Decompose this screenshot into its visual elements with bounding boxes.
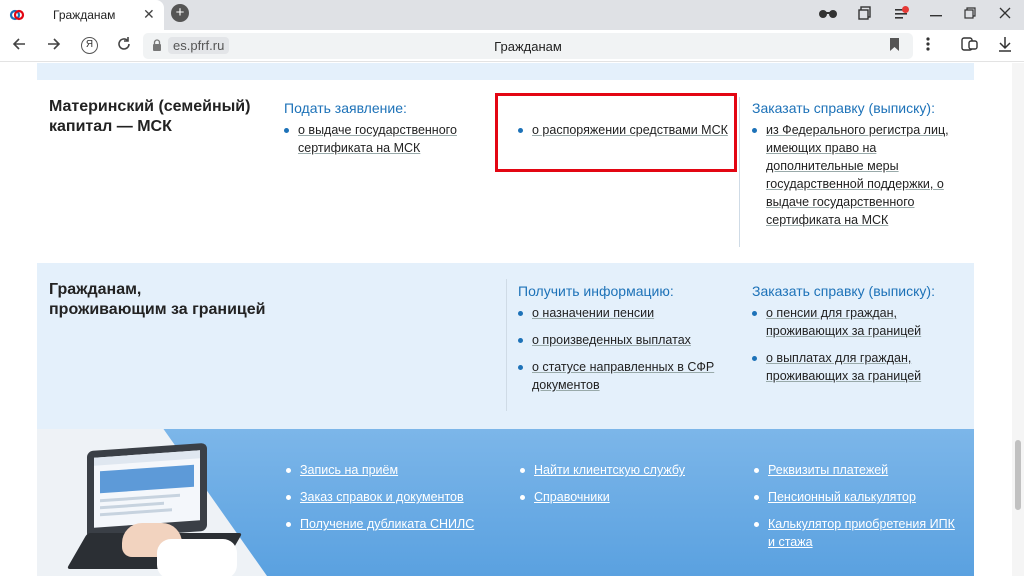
highlight-box xyxy=(495,93,737,172)
link-ipk-calculator[interactable]: Калькулятор приобретения ИПК и стажа xyxy=(754,515,959,551)
link-order-documents[interactable]: Заказ справок и документов xyxy=(286,488,486,506)
bullet-icon xyxy=(286,468,291,473)
link-pension-assignment[interactable]: о назначении пенсии xyxy=(518,304,718,322)
link-snils-duplicate[interactable]: Получение дубликата СНИЛС xyxy=(286,515,486,533)
back-icon[interactable] xyxy=(11,36,27,57)
link-msk-certificate[interactable]: о выдаче государственного сертификата на… xyxy=(284,121,464,157)
bullet-icon xyxy=(518,365,523,370)
certificate-title: Заказать справку (выписку): xyxy=(752,283,935,299)
bullet-icon xyxy=(754,468,759,473)
page-scrollbar[interactable] xyxy=(1012,63,1024,576)
extensions-icon[interactable] xyxy=(961,36,979,57)
footer-item[interactable]: Калькулятор приобретения ИПК и стажа xyxy=(754,515,959,551)
bullet-icon xyxy=(752,128,757,133)
link-directories[interactable]: Справочники xyxy=(520,488,720,506)
bullet-icon xyxy=(752,311,757,316)
link-pension-abroad[interactable]: о пенсии для граждан, проживающих за гра… xyxy=(752,304,952,340)
bullet-icon xyxy=(754,522,759,527)
reload-icon[interactable] xyxy=(116,36,132,57)
footer-item[interactable]: Получение дубликата СНИЛС xyxy=(286,515,486,533)
screen-banner xyxy=(100,464,194,494)
footer-item[interactable]: Заказ справок и документов xyxy=(286,488,486,506)
page-viewport: Материнский (семейный) капитал — МСК Под… xyxy=(0,63,1012,576)
address-page-title: Гражданам xyxy=(494,39,562,54)
bullet-icon xyxy=(754,495,759,500)
link-document-status[interactable]: о статусе направленных в СФР документов xyxy=(518,358,718,394)
yandex-icon[interactable]: Я xyxy=(81,37,98,54)
restore-icon[interactable] xyxy=(964,6,976,23)
bullet-icon xyxy=(520,495,525,500)
link-payments-made[interactable]: о произведенных выплатах xyxy=(518,331,718,349)
laptop-screen xyxy=(94,450,200,528)
section-citizens-abroad: Гражданам, проживающим за границей Получ… xyxy=(37,263,974,429)
minimize-icon[interactable] xyxy=(930,6,942,23)
list-item[interactable]: о выдаче государственного сертификата на… xyxy=(284,121,464,157)
section-title: Материнский (семейный) капитал — МСК xyxy=(49,97,250,137)
download-icon[interactable] xyxy=(998,36,1012,57)
list-item[interactable]: о пенсии для граждан, проживающих за гра… xyxy=(752,304,952,340)
info-title: Получить информацию: xyxy=(518,283,674,299)
previous-section-edge xyxy=(37,63,974,80)
list-item[interactable]: о произведенных выплатах xyxy=(518,331,718,349)
bullet-icon xyxy=(518,338,523,343)
browser-nav-bar: Я es.pfrf.ru Гражданам xyxy=(0,30,1024,62)
bullet-icon xyxy=(520,468,525,473)
footer-item[interactable]: Справочники xyxy=(520,488,720,506)
footer-item[interactable]: Запись на приём xyxy=(286,461,486,479)
section-title-line: Гражданам, xyxy=(49,281,142,298)
close-window-icon[interactable] xyxy=(999,6,1011,23)
screen-line xyxy=(100,493,180,503)
browser-tab-active[interactable]: Гражданам ✕ xyxy=(0,0,164,30)
sleeve-illustration xyxy=(157,539,237,576)
bullet-icon xyxy=(286,522,291,527)
link-find-service[interactable]: Найти клиентскую службу xyxy=(520,461,720,479)
bullet-icon xyxy=(286,495,291,500)
tab-title: Гражданам xyxy=(53,8,116,22)
footer-item[interactable]: Пенсионный калькулятор xyxy=(754,488,959,506)
section-title-line: капитал — МСК xyxy=(49,118,172,135)
link-payments-abroad[interactable]: о выплатах для граждан, проживающих за г… xyxy=(752,349,952,385)
apply-title: Подать заявление: xyxy=(284,100,407,116)
notification-badge xyxy=(902,6,909,13)
screen-line xyxy=(100,501,164,510)
bullet-icon xyxy=(284,128,289,133)
list-item[interactable]: о статусе направленных в СФР документов xyxy=(518,358,718,394)
new-tab-button[interactable]: + xyxy=(171,4,189,22)
section-title-line: проживающим за границей xyxy=(49,301,266,318)
section-maternity-capital: Материнский (семейный) капитал — МСК Под… xyxy=(37,80,974,263)
sfr-logo-icon xyxy=(9,9,25,21)
link-federal-register[interactable]: из Федерального регистра лиц, имеющих пр… xyxy=(752,121,952,229)
browser-tab-bar: Гражданам ✕ + xyxy=(0,0,1024,30)
link-payment-details[interactable]: Реквизиты платежей xyxy=(754,461,959,479)
menu-dots-icon[interactable] xyxy=(926,36,930,57)
list-item[interactable]: о назначении пенсии xyxy=(518,304,718,322)
scrollbar-thumb[interactable] xyxy=(1015,440,1021,510)
close-tab-icon[interactable]: ✕ xyxy=(143,6,155,23)
footer-item[interactable]: Найти клиентскую службу xyxy=(520,461,720,479)
forward-icon[interactable] xyxy=(46,36,62,57)
footer-item[interactable]: Реквизиты платежей xyxy=(754,461,959,479)
screen-header xyxy=(94,450,200,466)
bullet-icon xyxy=(518,311,523,316)
section-title: Гражданам, проживающим за границей xyxy=(49,280,265,320)
list-item[interactable]: из Федерального регистра лиц, имеющих пр… xyxy=(752,121,952,229)
certificate-title: Заказать справку (выписку): xyxy=(752,100,935,116)
bookmark-icon[interactable] xyxy=(890,38,899,51)
address-bar[interactable]: es.pfrf.ru Гражданам xyxy=(143,33,913,59)
reader-mode-icon[interactable] xyxy=(818,6,838,23)
column-divider xyxy=(506,279,507,411)
bullet-icon xyxy=(752,356,757,361)
footer-services: Запись на приём Заказ справок и документ… xyxy=(37,429,974,576)
link-appointment[interactable]: Запись на приём xyxy=(286,461,486,479)
column-divider xyxy=(739,97,740,247)
section-title-line: Материнский (семейный) xyxy=(49,98,251,115)
list-item[interactable]: о выплатах для граждан, проживающих за г… xyxy=(752,349,952,385)
screen-line xyxy=(100,508,172,517)
link-pension-calculator[interactable]: Пенсионный калькулятор xyxy=(754,488,959,506)
collections-icon[interactable] xyxy=(858,6,872,23)
